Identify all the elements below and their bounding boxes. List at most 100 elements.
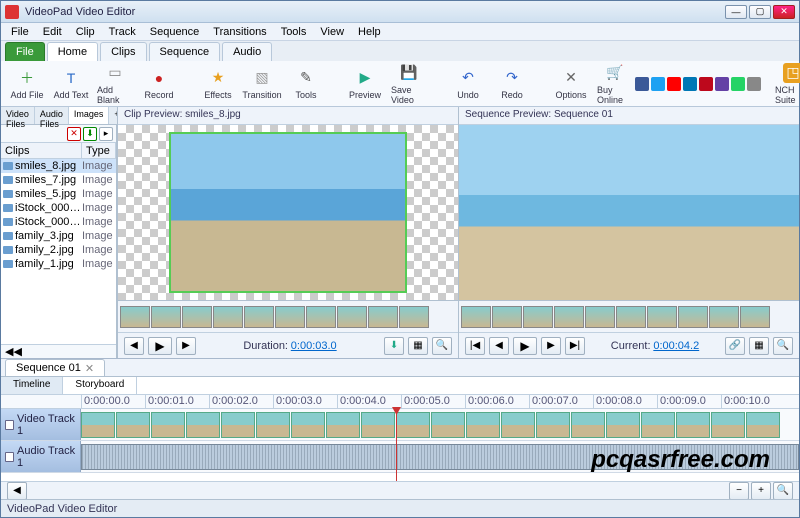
clip-prev-frame-button[interactable]: ◀ xyxy=(124,337,144,355)
social-icon-4[interactable] xyxy=(699,77,713,91)
thumbnail[interactable] xyxy=(244,306,274,328)
close-sequence-icon[interactable]: ✕ xyxy=(85,362,94,375)
timeline-clip[interactable] xyxy=(466,412,500,438)
thumbnail[interactable] xyxy=(523,306,553,328)
thumbnail[interactable] xyxy=(399,306,429,328)
timeline-mode-tab[interactable]: Timeline xyxy=(1,377,63,394)
delete-clip-button[interactable]: ✕ xyxy=(67,127,81,141)
thumbnail[interactable] xyxy=(647,306,677,328)
timeline-clip[interactable] xyxy=(116,412,150,438)
menu-help[interactable]: Help xyxy=(352,25,387,39)
playhead[interactable] xyxy=(396,409,397,481)
bin-row[interactable]: family_2.jpgImage xyxy=(1,243,116,257)
timeline-clip[interactable] xyxy=(186,412,220,438)
timeline-scroll-left[interactable]: ◀ xyxy=(7,482,27,500)
storyboard-mode-tab[interactable]: Storyboard xyxy=(63,377,137,394)
clip-preview-area[interactable] xyxy=(118,125,458,300)
tools-button[interactable]: ✎Tools xyxy=(286,66,326,102)
thumbnail[interactable] xyxy=(337,306,367,328)
sequence-thumbnail-strip[interactable] xyxy=(459,300,799,332)
close-button[interactable]: ✕ xyxy=(773,5,795,19)
bin-row[interactable]: iStock_000015045876Sm...Image xyxy=(1,201,116,215)
sequence-tab[interactable]: Sequence 01✕ xyxy=(5,359,105,376)
seq-prev-frame-button[interactable]: ◀ xyxy=(489,337,509,355)
add-text-button[interactable]: TAdd Text xyxy=(51,66,91,102)
bin-scroll-left[interactable]: ◀◀ xyxy=(5,345,22,358)
transition-button[interactable]: ▧Transition xyxy=(242,66,282,102)
bin-list[interactable]: smiles_8.jpgImagesmiles_7.jpgImagesmiles… xyxy=(1,159,116,344)
track-toggle-icon[interactable] xyxy=(5,420,14,430)
social-icon-3[interactable] xyxy=(683,77,697,91)
seq-end-button[interactable]: ▶| xyxy=(565,337,585,355)
ribbon-tab-file[interactable]: File xyxy=(5,42,45,61)
sequence-preview-area[interactable] xyxy=(459,125,799,300)
bin-row[interactable]: smiles_7.jpgImage xyxy=(1,173,116,187)
seq-zoom-button[interactable]: 🔍 xyxy=(773,337,793,355)
seq-link-button[interactable]: 🔗 xyxy=(725,337,745,355)
menu-file[interactable]: File xyxy=(5,25,35,39)
thumbnail[interactable] xyxy=(740,306,770,328)
clip-snapshot-button[interactable]: ▦ xyxy=(408,337,428,355)
menu-sequence[interactable]: Sequence xyxy=(144,25,206,39)
audio-track-body[interactable] xyxy=(81,441,799,472)
timeline-clip[interactable] xyxy=(291,412,325,438)
nch-suite-button[interactable]: ◳ NCH Suite xyxy=(773,61,800,107)
thumbnail[interactable] xyxy=(151,306,181,328)
audio-clip[interactable] xyxy=(81,444,799,470)
social-icon-0[interactable] xyxy=(635,77,649,91)
add-clip-button[interactable]: ⬇ xyxy=(83,127,97,141)
timeline-clip[interactable] xyxy=(151,412,185,438)
timeline-clip[interactable] xyxy=(606,412,640,438)
clip-thumbnail-strip[interactable] xyxy=(118,300,458,332)
seq-snapshot-button[interactable]: ▦ xyxy=(749,337,769,355)
social-icon-6[interactable] xyxy=(731,77,745,91)
menu-edit[interactable]: Edit xyxy=(37,25,68,39)
thumbnail[interactable] xyxy=(306,306,336,328)
thumbnail[interactable] xyxy=(275,306,305,328)
ribbon-tab-home[interactable]: Home xyxy=(47,42,98,61)
zoom-in-button[interactable]: + xyxy=(751,482,771,500)
ribbon-tab-sequence[interactable]: Sequence xyxy=(149,42,221,61)
thumbnail[interactable] xyxy=(461,306,491,328)
timeline-clip[interactable] xyxy=(571,412,605,438)
social-icon-5[interactable] xyxy=(715,77,729,91)
clip-next-frame-button[interactable]: ▶ xyxy=(176,337,196,355)
timeline-ruler[interactable]: 0:00:00.00:00:01.00:00:02.00:00:03.00:00… xyxy=(1,395,799,409)
save-video-button[interactable]: 💾Save Video xyxy=(389,61,429,107)
ribbon-tab-clips[interactable]: Clips xyxy=(100,42,146,61)
undo-button[interactable]: ↶Undo xyxy=(448,66,488,102)
thumbnail[interactable] xyxy=(368,306,398,328)
zoom-fit-button[interactable]: 🔍 xyxy=(773,482,793,500)
video-track-header[interactable]: Video Track 1 xyxy=(1,409,81,440)
menu-view[interactable]: View xyxy=(314,25,350,39)
menu-transitions[interactable]: Transitions xyxy=(207,25,272,39)
clip-play-button[interactable]: ▶ xyxy=(148,337,172,355)
thumbnail[interactable] xyxy=(678,306,708,328)
record-button[interactable]: ●Record xyxy=(139,66,179,102)
timeline-clip[interactable] xyxy=(256,412,290,438)
bin-row[interactable]: family_3.jpgImage xyxy=(1,229,116,243)
timeline-clip[interactable] xyxy=(361,412,395,438)
seq-play-button[interactable]: ▶ xyxy=(513,337,537,355)
thumbnail[interactable] xyxy=(213,306,243,328)
bin-tab-audio[interactable]: Audio Files xyxy=(35,107,69,124)
thumbnail[interactable] xyxy=(585,306,615,328)
options-button[interactable]: ✕Options xyxy=(551,66,591,102)
add-blank-button[interactable]: ▭Add Blank xyxy=(95,61,135,107)
add-file-button[interactable]: ＋Add File xyxy=(7,66,47,102)
timeline-clip[interactable] xyxy=(221,412,255,438)
clip-insert-button[interactable]: ⬇ xyxy=(384,337,404,355)
bin-row[interactable]: iStock_000015013068Sm...Image xyxy=(1,215,116,229)
preview-button[interactable]: ▶Preview xyxy=(345,66,385,102)
audio-track-header[interactable]: Audio Track 1 xyxy=(1,441,81,472)
bin-row[interactable]: family_1.jpgImage xyxy=(1,257,116,271)
clip-zoom-button[interactable]: 🔍 xyxy=(432,337,452,355)
timeline-clip[interactable] xyxy=(536,412,570,438)
timeline-clip[interactable] xyxy=(501,412,535,438)
effects-button[interactable]: ★Effects xyxy=(198,66,238,102)
bin-tab-video[interactable]: Video Files xyxy=(1,107,35,124)
timeline-clip[interactable] xyxy=(711,412,745,438)
social-icon-1[interactable] xyxy=(651,77,665,91)
seq-start-button[interactable]: |◀ xyxy=(465,337,485,355)
thumbnail[interactable] xyxy=(120,306,150,328)
